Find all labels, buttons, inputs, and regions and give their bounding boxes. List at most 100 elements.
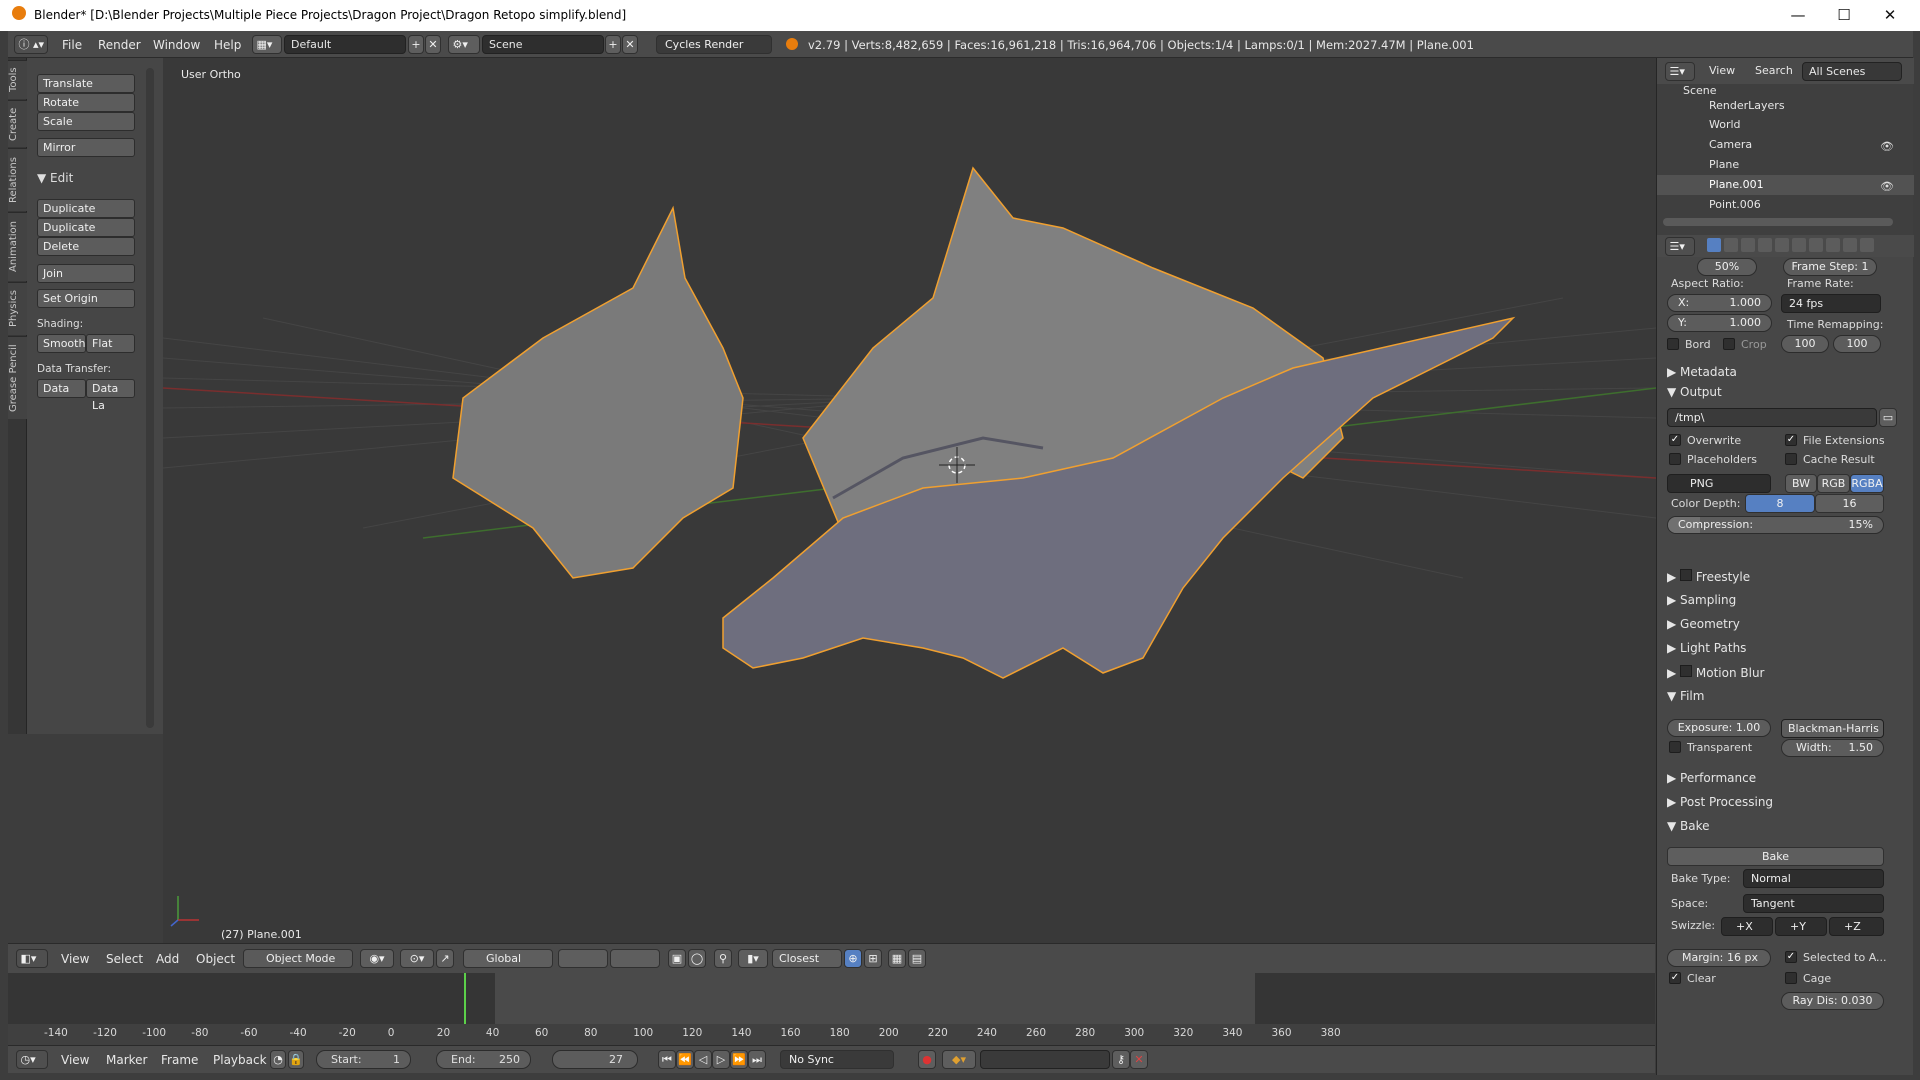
menu-file[interactable]: File <box>62 38 82 52</box>
timeline-menu-playback[interactable]: Playback <box>213 1053 267 1067</box>
tab-animation[interactable]: Animation <box>8 212 27 281</box>
layout-browse-icon[interactable]: ▦▾ <box>252 35 282 54</box>
pixel-filter-select[interactable]: Blackman-Harris <box>1781 719 1884 738</box>
play-icon[interactable]: ▷ <box>712 1050 730 1069</box>
pivot-point-icon[interactable]: ⊙▾ <box>400 949 434 968</box>
output-path-field[interactable]: /tmp\ <box>1667 408 1877 427</box>
set-origin-menu[interactable]: Set Origin <box>37 289 135 308</box>
outliner-item-camera[interactable]: Camera <box>1709 138 1752 151</box>
record-keyframes-icon[interactable]: ● <box>918 1050 936 1069</box>
outliner-item-scene[interactable]: Scene <box>1683 84 1717 97</box>
3d-menu-object[interactable]: Object <box>196 952 235 966</box>
ray-distance-field[interactable]: Ray Dis: 0.030 <box>1781 992 1884 1010</box>
constraints-tab-icon[interactable] <box>1792 238 1806 252</box>
geometry-panel-header[interactable]: ▶ Geometry <box>1667 617 1740 631</box>
delete-button[interactable]: Delete <box>37 237 135 256</box>
material-tab-icon[interactable] <box>1843 238 1857 252</box>
scene-layers-grid[interactable] <box>558 949 608 968</box>
cage-checkbox[interactable] <box>1785 972 1797 984</box>
duplicate-linked-button[interactable]: Duplicate Linked <box>37 218 135 251</box>
timeline-editor-type-icon[interactable]: ◷▾ <box>16 1050 48 1069</box>
frame-step-field[interactable]: Frame Step: 1 <box>1783 258 1877 276</box>
join-button[interactable]: Join <box>37 264 135 283</box>
jump-end-icon[interactable]: ⏭ <box>748 1050 766 1069</box>
maximize-button[interactable]: ☐ <box>1821 3 1867 27</box>
texture-tab-icon[interactable] <box>1860 238 1874 252</box>
3d-viewport[interactable]: User Ortho (27) Plane.001 <box>163 58 1656 943</box>
outliner-menu-search[interactable]: Search <box>1755 64 1793 77</box>
color-rgba-button[interactable]: RGBA <box>1850 474 1884 493</box>
editor-type-info-icon[interactable]: ⓘ ▴▾ <box>14 35 48 54</box>
metadata-panel-header[interactable]: ▶ Metadata <box>1667 365 1737 379</box>
film-panel-header[interactable]: ▼ Film <box>1667 689 1704 703</box>
menu-help[interactable]: Help <box>214 38 241 52</box>
overwrite-checkbox[interactable]: ✓ <box>1669 434 1681 446</box>
menu-render[interactable]: Render <box>98 38 141 52</box>
scene-browse-icon[interactable]: ⚙▾ <box>448 35 480 54</box>
outliner-item-renderlayers[interactable]: RenderLayers <box>1709 99 1785 112</box>
outliner-item-world[interactable]: World <box>1709 118 1741 131</box>
timeline-menu-frame[interactable]: Frame <box>161 1053 198 1067</box>
compression-slider[interactable]: Compression: 15% <box>1667 516 1884 534</box>
keying-set-icon[interactable]: ◆▾ <box>942 1050 976 1069</box>
data-layout-button[interactable]: Data La <box>86 379 135 412</box>
data-tab-icon[interactable] <box>1826 238 1840 252</box>
outliner-menu-view[interactable]: View <box>1709 64 1735 77</box>
viewport-shading-icon[interactable]: ◉▾ <box>360 949 394 968</box>
swizzle-y-select[interactable]: +Y <box>1775 917 1827 936</box>
3d-view-editor-type-icon[interactable]: ◧▾ <box>16 949 48 968</box>
output-path-folder-icon[interactable]: ▭ <box>1879 408 1897 427</box>
render-engine-select[interactable]: Cycles Render <box>656 35 772 54</box>
end-frame-field[interactable]: End: 250 <box>436 1050 531 1069</box>
color-bw-button[interactable]: BW <box>1785 474 1817 493</box>
timeline-menu-marker[interactable]: Marker <box>106 1053 147 1067</box>
3d-menu-select[interactable]: Select <box>106 952 143 966</box>
color-rgb-button[interactable]: RGB <box>1817 474 1850 493</box>
close-button[interactable]: ✕ <box>1867 3 1913 27</box>
tab-tools[interactable]: Tools <box>8 60 27 99</box>
sync-mode-select[interactable]: No Sync <box>780 1050 894 1069</box>
timeline-editor[interactable]: -140 -120 -100 -80 -60 -40 -20 0 20 40 60 80 100 120 1… <box>8 973 1655 1045</box>
world-tab-icon[interactable] <box>1758 238 1772 252</box>
jump-prev-keyframe-icon[interactable]: ⏪ <box>676 1050 694 1069</box>
translate-button[interactable]: Translate <box>37 74 135 93</box>
resolution-percent-field[interactable]: 50% <box>1697 258 1757 276</box>
cache-result-checkbox[interactable] <box>1785 453 1797 465</box>
play-reverse-icon[interactable]: ◁ <box>694 1050 712 1069</box>
time-remap-old-field[interactable]: 100 <box>1781 335 1829 353</box>
exposure-field[interactable]: Exposure: 1.00 <box>1667 719 1771 737</box>
output-panel-header[interactable]: ▼ Output <box>1667 385 1722 399</box>
object-tab-icon[interactable] <box>1775 238 1789 252</box>
tab-grease-pencil[interactable]: Grease Pencil <box>8 336 27 419</box>
jump-start-icon[interactable]: ⏮ <box>658 1050 676 1069</box>
snap-target-select[interactable]: Closest <box>772 949 842 968</box>
render-layers-tab-icon[interactable] <box>1724 238 1738 252</box>
snap-align-icon[interactable]: ⊕ <box>844 949 862 968</box>
transparent-checkbox[interactable] <box>1669 741 1681 753</box>
outliner-item-plane[interactable]: Plane <box>1709 158 1739 171</box>
placeholders-checkbox[interactable] <box>1669 453 1681 465</box>
frame-rate-select[interactable]: 24 fps <box>1781 294 1881 313</box>
scene-name-field[interactable]: Scene <box>482 35 604 54</box>
scale-button[interactable]: Scale <box>37 112 135 131</box>
snap-project-icon[interactable]: ⊞ <box>864 949 882 968</box>
proportional-edit-icon[interactable]: ◯ <box>688 949 706 968</box>
crop-checkbox[interactable] <box>1723 338 1735 350</box>
minimize-button[interactable]: — <box>1775 3 1821 27</box>
jump-next-keyframe-icon[interactable]: ⏩ <box>730 1050 748 1069</box>
outliner-item-plane-001[interactable]: Plane.001 <box>1709 178 1764 191</box>
opengl-animation-icon[interactable]: ▤ <box>908 949 926 968</box>
time-remap-new-field[interactable]: 100 <box>1833 335 1881 353</box>
outliner-item-point-006[interactable]: Point.006 <box>1709 198 1761 211</box>
opengl-render-icon[interactable]: ▦ <box>888 949 906 968</box>
post-processing-panel-header[interactable]: ▶ Post Processing <box>1667 795 1773 809</box>
filter-width-field[interactable]: Width: 1.50 <box>1781 739 1884 757</box>
snap-toggle-icon[interactable]: ⚲ <box>714 949 732 968</box>
transform-orientation-select[interactable]: Global <box>463 949 553 968</box>
add-layout-icon[interactable]: + <box>408 35 424 54</box>
add-scene-icon[interactable]: + <box>605 35 621 54</box>
bake-button[interactable]: Bake <box>1667 847 1884 866</box>
duplicate-button[interactable]: Duplicate <box>37 199 135 218</box>
sampling-panel-header[interactable]: ▶ Sampling <box>1667 593 1736 607</box>
aspect-x-field[interactable]: X: 1.000 <box>1667 294 1772 312</box>
